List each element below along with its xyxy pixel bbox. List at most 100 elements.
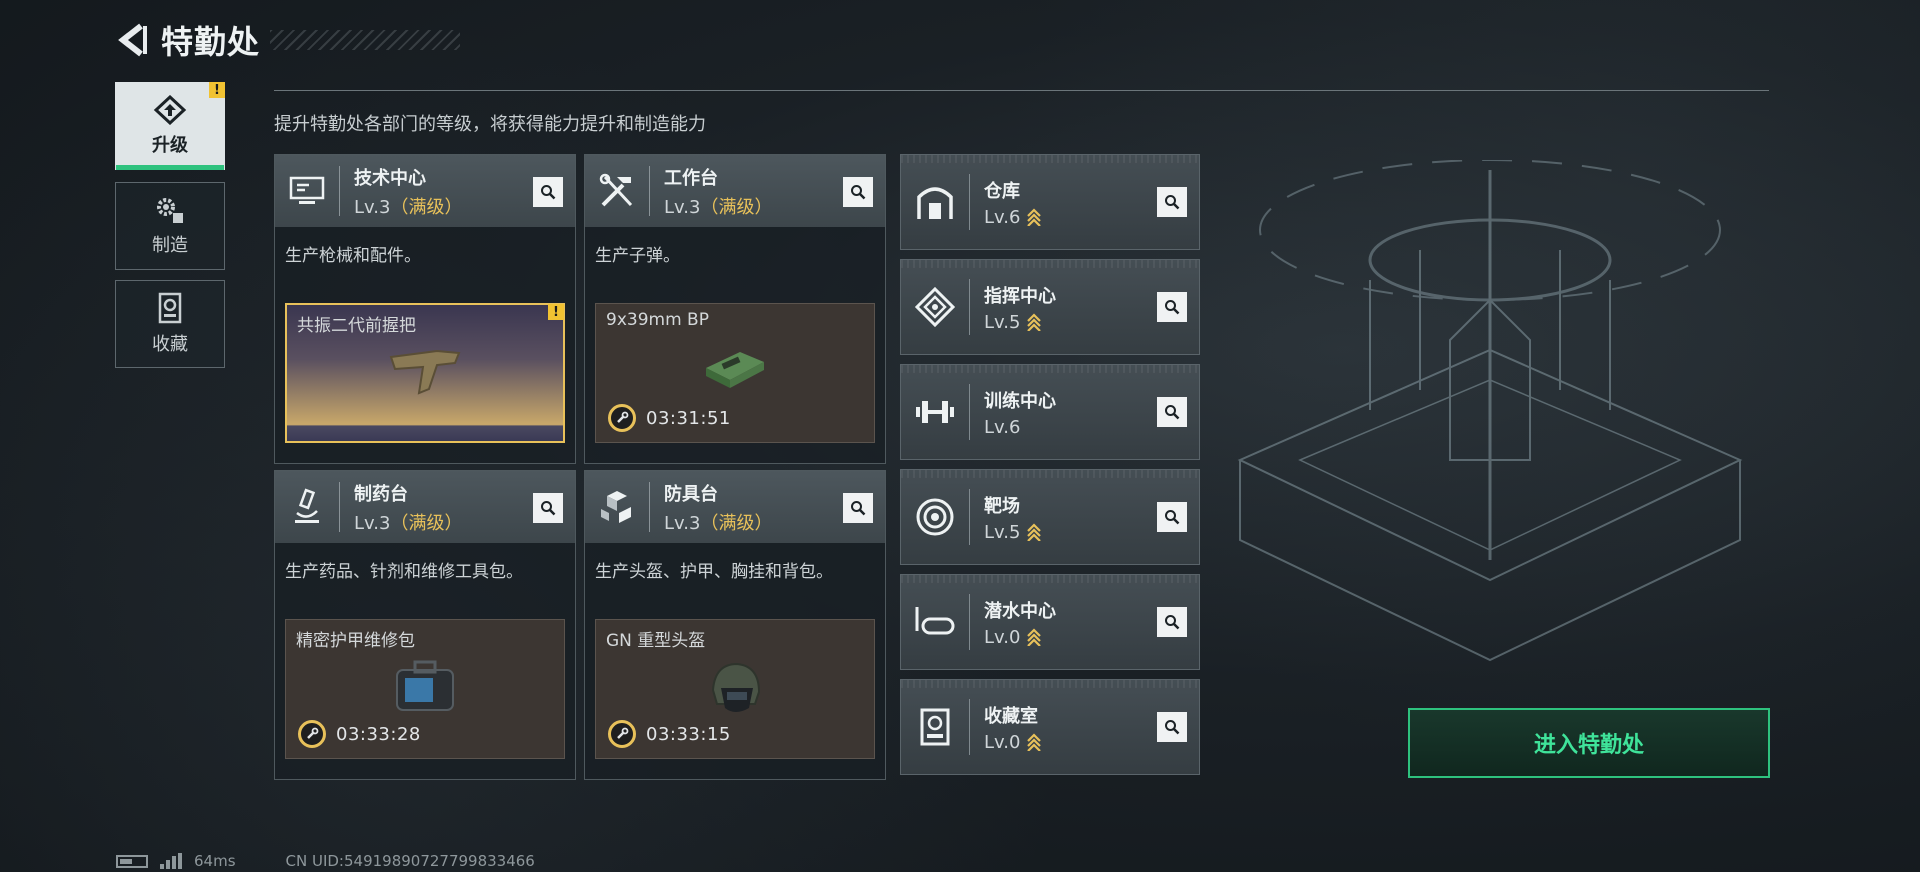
facility-level: Lv.6: [984, 416, 1021, 438]
facility-name: 靶场: [984, 495, 1020, 517]
separator: [969, 384, 970, 440]
station-description: 生产头盔、护甲、胸挂和背包。: [595, 562, 833, 582]
inspect-button[interactable]: [843, 493, 873, 523]
ammo-box-image: [706, 352, 764, 388]
upgrade-chevron-icon: [1027, 208, 1042, 226]
facility-level: Lv.5: [984, 312, 1056, 333]
facility-training-center[interactable]: 训练中心 Lv.6: [900, 364, 1200, 460]
warning-badge: !: [209, 82, 225, 98]
repair-kit-image: [396, 660, 454, 711]
card-separator: [649, 166, 650, 216]
timer-text: 03:33:28: [336, 723, 421, 745]
warning-badge: !: [548, 304, 564, 320]
card-separator: [339, 482, 340, 532]
inspect-button[interactable]: [843, 177, 873, 207]
facility-level: Lv.0: [984, 732, 1042, 753]
inspect-button[interactable]: [1157, 712, 1187, 742]
foregrip-image: [389, 349, 461, 395]
dumbbell-icon: [901, 364, 969, 460]
tab-craft[interactable]: 制造: [115, 182, 225, 270]
upgrade-chevron-icon: [1027, 733, 1042, 751]
monitor-icon: [275, 155, 339, 227]
facility-name: 训练中心: [984, 390, 1056, 412]
command-center-icon: [901, 259, 969, 355]
craft-slot[interactable]: GN 重型头盔 03:33:15: [595, 619, 875, 759]
diving-mask-icon: [901, 574, 969, 670]
station-name: 制药台: [354, 483, 408, 505]
craft-item-name: 共振二代前握把: [297, 316, 416, 336]
separator: [969, 489, 970, 545]
craft-item-name: GN 重型头盔: [606, 631, 706, 651]
enter-button[interactable]: 进入特勤处: [1408, 708, 1770, 778]
magnifier-icon: [541, 501, 556, 516]
card-header: 技术中心 Lv.3（满级）: [275, 155, 575, 227]
station-name: 工作台: [664, 167, 718, 189]
facility-warehouse[interactable]: 仓库 Lv.6: [900, 154, 1200, 250]
facility-collection-room[interactable]: 收藏室 Lv.0: [900, 679, 1200, 775]
station-description: 生产药品、针剂和维修工具包。: [285, 562, 523, 582]
magnifier-icon: [851, 501, 866, 516]
warehouse-icon: [901, 154, 969, 250]
magnifier-icon: [541, 185, 556, 200]
craft-timer: 03:31:51: [608, 404, 731, 432]
magnifier-icon: [851, 185, 866, 200]
separator: [969, 699, 970, 755]
inspect-button[interactable]: [1157, 397, 1187, 427]
separator: [969, 174, 970, 230]
ping-text: 64ms: [194, 852, 236, 870]
card-separator: [339, 166, 340, 216]
facility-level: Lv.6: [984, 207, 1042, 228]
tools-icon: [585, 155, 649, 227]
magnifier-icon: [1165, 720, 1180, 735]
helmet-image: [711, 662, 761, 712]
facility-shooting-range[interactable]: 靶场 Lv.5: [900, 469, 1200, 565]
tab-craft-label: 制造: [152, 235, 188, 256]
status-bar: 64ms CN UID:54919890727799833466: [116, 852, 535, 870]
inspect-button[interactable]: [1157, 292, 1187, 322]
station-card-pharmacy[interactable]: 制药台 Lv.3（满级） 生产药品、针剂和维修工具包。 精密护甲维修包 03:3…: [274, 470, 576, 780]
tab-collection-label: 收藏: [152, 334, 188, 355]
timer-icon: [298, 720, 326, 748]
battery-icon: [116, 854, 148, 868]
divider: [274, 90, 1769, 91]
back-button[interactable]: [115, 22, 149, 58]
facility-name: 仓库: [984, 180, 1020, 202]
collection-room-icon: [901, 679, 969, 775]
craft-slot[interactable]: 9x39mm BP 03:31:51: [595, 303, 875, 443]
craft-timer: 03:33:15: [608, 720, 731, 748]
station-description: 生产枪械和配件。: [285, 246, 421, 266]
station-description: 生产子弹。: [595, 246, 680, 266]
facility-command-center[interactable]: 指挥中心 Lv.5: [900, 259, 1200, 355]
facility-diving-center[interactable]: 潜水中心 Lv.0: [900, 574, 1200, 670]
facility-level: Lv.5: [984, 522, 1042, 543]
station-level: Lv.3（满级）: [354, 196, 463, 218]
base-hologram: [1237, 160, 1743, 662]
station-card-armor-bench[interactable]: 防具台 Lv.3（满级） 生产头盔、护甲、胸挂和背包。 GN 重型头盔 03:3…: [584, 470, 886, 780]
inspect-button[interactable]: [1157, 187, 1187, 217]
craft-slot[interactable]: 共振二代前握把 !: [285, 303, 565, 443]
card-header: 工作台 Lv.3（满级）: [585, 155, 885, 227]
inspect-button[interactable]: [1157, 502, 1187, 532]
timer-text: 03:31:51: [646, 407, 731, 429]
inspect-button[interactable]: [533, 493, 563, 523]
section-description: 提升特勤处各部门的等级，将获得能力提升和制造能力: [274, 114, 706, 135]
cubes-icon: [585, 471, 649, 543]
craft-slot[interactable]: 精密护甲维修包 03:33:28: [285, 619, 565, 759]
title-decoration: [270, 30, 461, 50]
station-level: Lv.3（满级）: [664, 512, 773, 534]
station-card-tech-center[interactable]: 技术中心 Lv.3（满级） 生产枪械和配件。 共振二代前握把 !: [274, 154, 576, 464]
upgrade-chevron-icon: [1027, 628, 1042, 646]
card-separator: [649, 482, 650, 532]
tab-upgrade[interactable]: 升级 !: [115, 82, 225, 170]
upgrade-chevron-icon: [1027, 523, 1042, 541]
station-name: 防具台: [664, 483, 718, 505]
facility-name: 收藏室: [984, 705, 1038, 727]
inspect-button[interactable]: [533, 177, 563, 207]
tab-collection[interactable]: 收藏: [115, 280, 225, 368]
page-title: 特勤处: [161, 23, 261, 61]
upgrade-icon: [153, 95, 187, 125]
signal-icon: [160, 853, 182, 869]
station-card-workbench[interactable]: 工作台 Lv.3（满级） 生产子弹。 9x39mm BP 03:31:51: [584, 154, 886, 464]
inspect-button[interactable]: [1157, 607, 1187, 637]
microscope-icon: [275, 471, 339, 543]
